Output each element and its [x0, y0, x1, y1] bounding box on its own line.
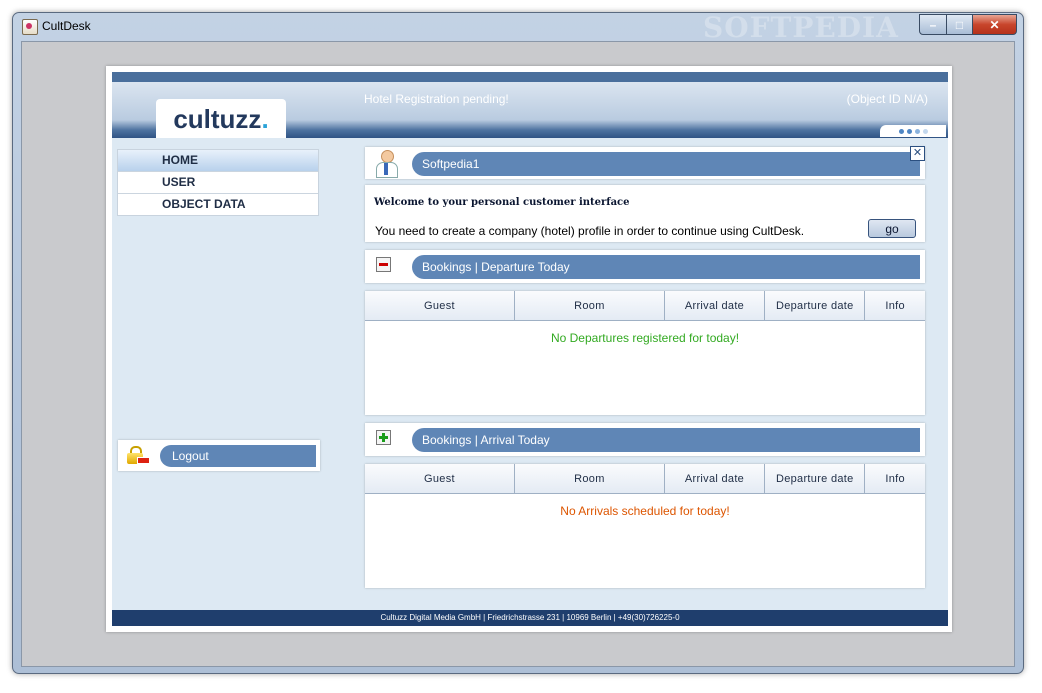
col-info[interactable]: Info: [865, 291, 925, 320]
logo-text: cultuzz: [173, 103, 262, 134]
watermark: SOFTPEDIA: [703, 11, 899, 44]
object-id: (Object ID N/A): [846, 92, 928, 106]
nav-item-user[interactable]: USER: [118, 172, 318, 194]
app-window: CultDesk SOFTPEDIA – □ ✕ cultuzz. Hotel …: [12, 11, 1024, 674]
departures-empty-message: No Departures registered for today!: [550, 331, 740, 345]
col-guest[interactable]: Guest: [365, 464, 515, 493]
collapse-icon[interactable]: [376, 257, 391, 272]
footer: Cultuzz Digital Media GmbH | Friedrichst…: [112, 610, 948, 626]
app-icon[interactable]: [22, 19, 38, 35]
cultuzz-logo: cultuzz.: [156, 99, 286, 139]
logo-dot: .: [261, 103, 269, 134]
window-controls: – □ ✕: [919, 14, 1017, 35]
welcome-text: You need to create a company (hotel) pro…: [375, 224, 805, 238]
arrivals-title: Bookings | Arrival Today: [412, 428, 920, 452]
welcome-title: Welcome to your personal customer interf…: [374, 197, 630, 208]
col-room[interactable]: Room: [515, 291, 665, 320]
lock-icon: [127, 446, 150, 464]
go-button[interactable]: go: [868, 219, 916, 238]
username: Softpedia1: [412, 152, 920, 176]
col-arrival-date[interactable]: Arrival date: [665, 291, 766, 320]
col-departure-date[interactable]: Departure date: [765, 291, 866, 320]
arrivals-table: Guest Room Arrival date Departure date I…: [365, 464, 925, 588]
col-arrival-date[interactable]: Arrival date: [665, 464, 766, 493]
window-title: CultDesk: [42, 19, 91, 33]
registration-status: Hotel Registration pending!: [364, 92, 509, 106]
nav-item-object-data[interactable]: OBJECT DATA: [118, 194, 318, 215]
nav-item-home[interactable]: HOME: [118, 150, 318, 172]
welcome-box: Welcome to your personal customer interf…: [365, 185, 925, 242]
col-room[interactable]: Room: [515, 464, 665, 493]
col-departure-date[interactable]: Departure date: [765, 464, 866, 493]
expand-icon[interactable]: [376, 430, 391, 445]
col-info[interactable]: Info: [865, 464, 925, 493]
main-nav: HOME USER OBJECT DATA: [117, 149, 319, 216]
user-box: Softpedia1 ✕: [365, 146, 925, 179]
main-panel: cultuzz. Hotel Registration pending! (Ob…: [106, 66, 952, 632]
departures-table-header: Guest Room Arrival date Departure date I…: [365, 291, 925, 321]
client-area: cultuzz. Hotel Registration pending! (Ob…: [21, 41, 1015, 667]
arrivals-header: Bookings | Arrival Today: [365, 423, 925, 456]
maximize-button[interactable]: □: [947, 14, 973, 35]
title-bar[interactable]: CultDesk SOFTPEDIA – □ ✕: [13, 11, 1023, 44]
progress-dots: [880, 125, 946, 137]
departures-title: Bookings | Departure Today: [412, 255, 920, 279]
user-icon: [373, 150, 399, 178]
col-guest[interactable]: Guest: [365, 291, 515, 320]
logout-label: Logout: [160, 445, 316, 467]
logout-button[interactable]: Logout: [118, 440, 320, 471]
close-window-button[interactable]: ✕: [973, 14, 1017, 35]
minimize-button[interactable]: –: [919, 14, 947, 35]
departures-header: Bookings | Departure Today: [365, 250, 925, 283]
content-area: HOME USER OBJECT DATA Logout Softpedia1 …: [112, 138, 948, 610]
arrivals-empty-message: No Arrivals scheduled for today!: [560, 504, 730, 518]
departures-table: Guest Room Arrival date Departure date I…: [365, 291, 925, 415]
arrivals-table-header: Guest Room Arrival date Departure date I…: [365, 464, 925, 494]
header-banner: cultuzz. Hotel Registration pending! (Ob…: [112, 72, 948, 139]
close-icon[interactable]: ✕: [910, 146, 925, 161]
